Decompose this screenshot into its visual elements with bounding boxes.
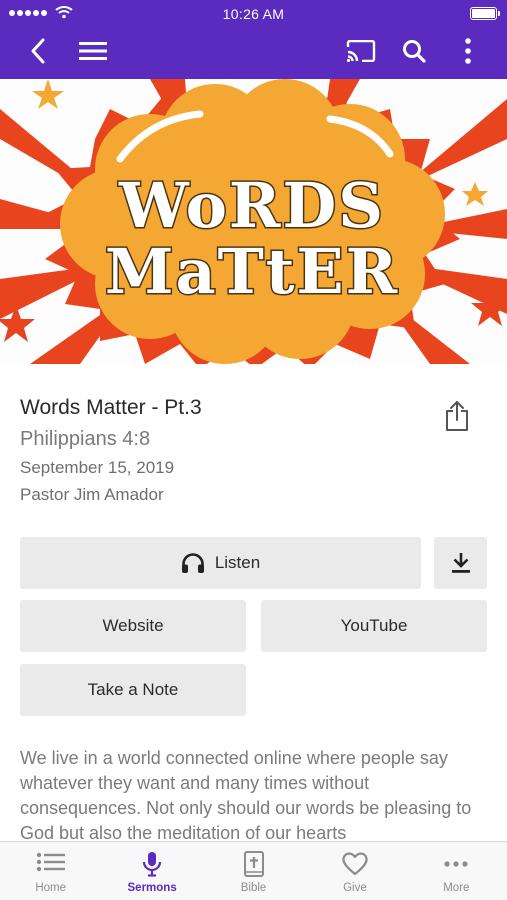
menu-button[interactable]	[76, 34, 110, 68]
youtube-button[interactable]: YouTube	[261, 600, 487, 652]
sermon-artwork: WoRDS MaTtER	[0, 79, 507, 364]
take-note-label: Take a Note	[87, 680, 179, 699]
headphones-icon	[181, 553, 204, 573]
tab-bible-label: Bible	[240, 882, 267, 894]
battery-icon	[470, 7, 500, 20]
sermon-scripture: Philippians 4:8	[20, 428, 151, 450]
sermon-details: Words Matter - Pt.3 Philippians 4:8 Sept…	[20, 394, 440, 508]
heart-icon	[342, 852, 368, 876]
tab-bible[interactable]: Bible	[203, 842, 304, 900]
tab-give[interactable]: Give	[304, 842, 405, 900]
youtube-label: YouTube	[340, 616, 408, 635]
more-options-button[interactable]	[451, 34, 485, 68]
status-time: 10:26 AM	[222, 6, 285, 22]
search-button[interactable]	[397, 34, 431, 68]
chevron-left-icon	[31, 38, 45, 64]
hamburger-menu-icon	[79, 42, 107, 60]
microphone-icon	[143, 852, 162, 877]
download-icon	[451, 553, 470, 573]
star-shape	[462, 182, 488, 206]
website-label: Website	[102, 616, 164, 635]
status-bar: 10:26 AM	[0, 0, 507, 28]
app-header: 10:26 AM	[0, 0, 507, 79]
listen-button[interactable]: Listen	[20, 537, 421, 589]
listen-label: Listen	[214, 553, 261, 572]
sermon-speaker: Pastor Jim Amador	[20, 485, 164, 504]
cast-button[interactable]	[344, 34, 378, 68]
list-icon	[36, 852, 65, 872]
download-button[interactable]	[434, 537, 487, 589]
website-button[interactable]: Website	[20, 600, 246, 652]
tab-more[interactable]: More	[406, 842, 507, 900]
sermon-date: September 15, 2019	[20, 458, 175, 477]
cast-icon	[346, 40, 376, 62]
sermon-title: Words Matter - Pt.3	[20, 396, 202, 419]
tab-give-label: Give	[343, 882, 367, 894]
artwork-title-line1: WoRDS	[118, 169, 385, 242]
tab-sermons-label: Sermons	[127, 882, 177, 894]
search-icon	[403, 40, 426, 63]
artwork-title-line2: MaTtER	[105, 235, 399, 308]
share-icon	[446, 401, 468, 431]
star-shape	[32, 79, 64, 109]
share-button[interactable]	[440, 398, 474, 434]
tab-home-label: Home	[35, 882, 67, 894]
tab-bar: Home Sermons Bible Give More	[0, 841, 507, 900]
back-button[interactable]	[21, 34, 55, 68]
sermon-description: We live in a world connected online wher…	[20, 748, 472, 841]
take-note-button[interactable]: Take a Note	[20, 664, 246, 716]
tab-sermons[interactable]: Sermons	[101, 842, 202, 900]
bible-icon	[243, 851, 264, 877]
tab-more-label: More	[443, 882, 470, 894]
tab-home[interactable]: Home	[0, 842, 101, 900]
more-vertical-icon	[465, 38, 471, 64]
more-horizontal-icon	[444, 861, 468, 867]
